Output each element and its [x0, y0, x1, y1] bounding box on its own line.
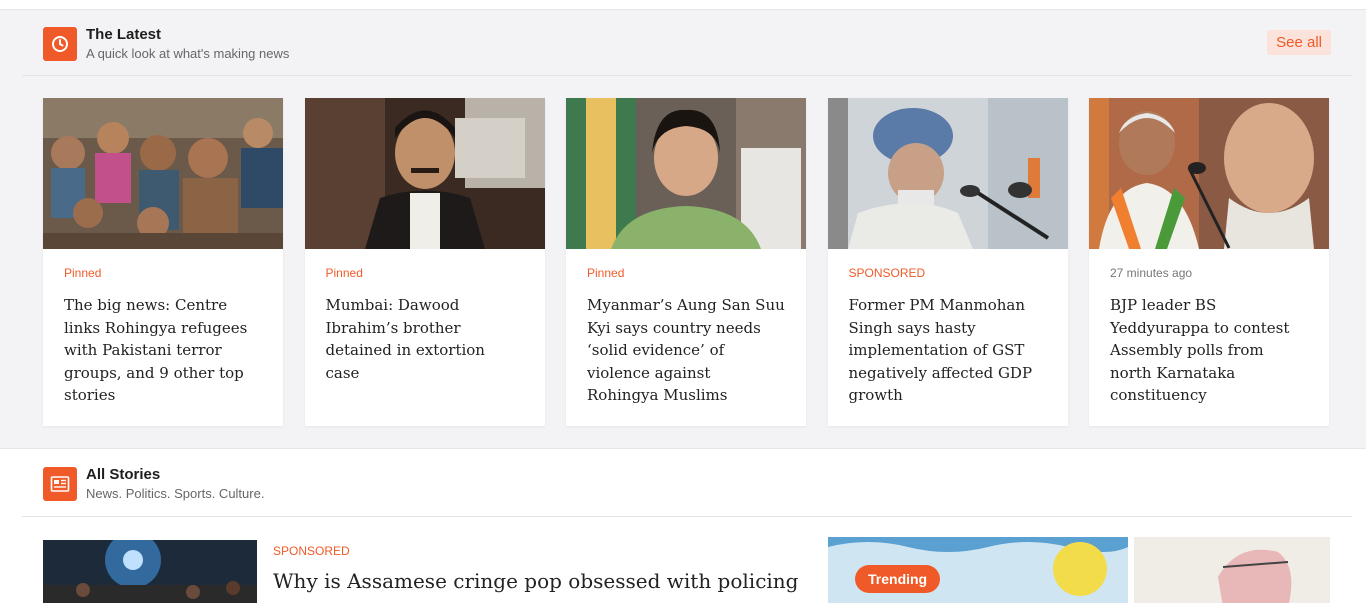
top-divider	[0, 0, 1366, 10]
card-tag: SPONSORED	[848, 266, 926, 280]
card-image	[827, 98, 1068, 249]
see-all-button[interactable]: See all	[1267, 30, 1331, 55]
card-image	[43, 98, 283, 249]
story-tag: SPONSORED	[273, 544, 350, 558]
all-stories-divider	[22, 516, 1352, 517]
latest-subtitle: A quick look at what's making news	[86, 46, 290, 61]
card-headline[interactable]: Former PM Manmohan Singh says hasty impl…	[849, 294, 1047, 407]
card-image	[1089, 98, 1329, 249]
story-thumbnail[interactable]	[43, 540, 257, 603]
card-tag: Pinned	[64, 266, 102, 280]
news-card[interactable]: Pinned The big news: Centre links Rohing…	[43, 98, 283, 426]
card-headline[interactable]: Myanmar’s Aung San Suu Kyi says country …	[587, 294, 785, 407]
card-tag: Pinned	[587, 266, 625, 280]
latest-title: The Latest	[86, 26, 162, 43]
card-headline[interactable]: BJP leader BS Yeddyurappa to contest Ass…	[1110, 294, 1308, 407]
trending-badge[interactable]: Trending	[855, 565, 941, 593]
card-headline[interactable]: Mumbai: Dawood Ibrahim’s brother detaine…	[326, 294, 524, 384]
latest-header: The Latest A quick look at what's making…	[43, 26, 289, 62]
story-headline[interactable]: Why is Assamese cringe pop obsessed with…	[273, 569, 798, 593]
the-latest-section: The Latest A quick look at what's making…	[0, 10, 1366, 448]
latest-cards: Pinned The big news: Centre links Rohing…	[43, 98, 1329, 426]
latest-divider	[22, 75, 1352, 76]
card-image	[566, 98, 806, 249]
news-card[interactable]: SPONSORED Former PM Manmohan Singh says …	[827, 98, 1068, 426]
newspaper-icon	[43, 467, 77, 501]
all-stories-title: All Stories	[86, 466, 161, 483]
all-stories-section: All Stories News. Politics. Sports. Cult…	[0, 448, 1366, 603]
card-timestamp: 27 minutes ago	[1110, 266, 1193, 280]
card-tag: Pinned	[325, 266, 363, 280]
all-stories-subtitle: News. Politics. Sports. Culture.	[86, 486, 265, 501]
all-stories-header: All Stories News. Politics. Sports. Cult…	[43, 466, 264, 502]
news-card[interactable]: Pinned Mumbai: Dawood Ibrahim’s brother …	[304, 98, 545, 426]
clock-icon	[43, 27, 77, 61]
card-image	[304, 98, 545, 249]
news-card[interactable]: 27 minutes ago BJP leader BS Yeddyurappa…	[1089, 98, 1329, 426]
news-card[interactable]: Pinned Myanmar’s Aung San Suu Kyi says c…	[566, 98, 806, 426]
card-headline[interactable]: The big news: Centre links Rohingya refu…	[64, 294, 262, 407]
